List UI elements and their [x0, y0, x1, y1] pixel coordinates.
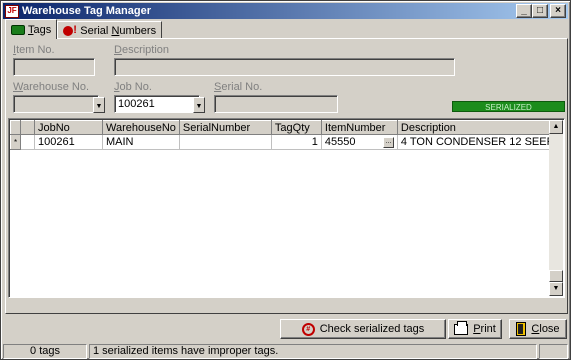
window-title: Warehouse Tag Manager — [22, 5, 151, 17]
table-cell-warehouseno[interactable]: MAIN — [102, 134, 180, 150]
blank-header — [20, 120, 35, 135]
job-no-label: Job No. — [114, 81, 152, 93]
check-tags-icon: # — [301, 322, 315, 336]
status-extra-pane — [539, 344, 568, 359]
close-window-button[interactable]: × — [550, 4, 566, 18]
serial-no-field[interactable] — [214, 95, 338, 113]
tab-tags[interactable]: Tags — [5, 19, 58, 39]
serialized-indicator: SERIALIZED — [452, 101, 565, 112]
tab-serial-numbers-label: Serial Numbers — [80, 24, 157, 37]
warehouse-dropdown-button[interactable]: ▼ — [93, 97, 105, 113]
close-label: Close — [531, 323, 560, 335]
tags-grid[interactable]: JobNo WarehouseNo SerialNumber TagQty It… — [8, 118, 565, 298]
vertical-scrollbar[interactable]: ▲ ▼ — [549, 120, 563, 296]
minimize-button[interactable]: _ — [516, 4, 532, 18]
job-no-dropdown-button[interactable]: ▼ — [193, 97, 205, 113]
table-cell-blank[interactable] — [20, 134, 35, 150]
job-no-field[interactable]: 100261 — [114, 95, 200, 113]
tab-strip: Tags ! Serial Numbers — [5, 19, 163, 39]
tags-panel: Item No. Description Warehouse No. ▼ Job… — [5, 38, 568, 314]
tags-table: JobNo WarehouseNo SerialNumber TagQty It… — [10, 120, 560, 150]
column-header-serialnumber[interactable]: SerialNumber — [178, 120, 272, 135]
table-cell-itemnumber[interactable]: 45550... — [321, 134, 398, 150]
warehouse-no-field[interactable] — [13, 95, 99, 113]
tab-tags-label: Tags — [28, 23, 52, 36]
printer-icon — [454, 320, 469, 335]
row-marker[interactable]: * — [10, 134, 21, 150]
row-selector-header — [10, 120, 21, 135]
table-cell-tagqty[interactable]: 1 — [271, 134, 322, 150]
item-number-value: 45550 — [324, 136, 356, 148]
app-icon[interactable]: JF — [5, 4, 19, 18]
close-button[interactable]: Close — [509, 319, 567, 339]
window-controls: _ □ × — [516, 4, 566, 18]
column-header-tagqty[interactable]: TagQty — [270, 120, 322, 135]
column-header-warehouseno[interactable]: WarehouseNo — [102, 120, 180, 135]
check-serialized-tags-label: Check serialized tags — [319, 323, 425, 335]
table-row[interactable]: * 100261 MAIN 1 45550... 4 TON CONDENSER… — [10, 134, 560, 150]
tab-serial-numbers[interactable]: ! Serial Numbers — [57, 21, 163, 39]
print-label: Print — [473, 323, 496, 335]
main-window: JF Warehouse Tag Manager _ □ × Tags ! Se… — [0, 0, 571, 360]
column-header-jobno[interactable]: JobNo — [34, 120, 103, 135]
item-lookup-button[interactable]: ... — [382, 137, 394, 148]
maximize-button[interactable]: □ — [532, 4, 548, 18]
serial-warning-icon: ! — [63, 24, 77, 37]
close-door-icon — [516, 322, 527, 336]
status-tags-count: 0 tags — [3, 344, 87, 359]
item-no-field[interactable] — [13, 58, 95, 76]
check-serialized-tags-button[interactable]: # Check serialized tags — [280, 319, 446, 339]
scroll-thumb[interactable] — [549, 270, 563, 282]
title-bar[interactable]: JF Warehouse Tag Manager _ □ × — [3, 3, 568, 19]
serial-no-label: Serial No. — [214, 81, 263, 93]
item-no-label: Item No. — [13, 44, 55, 56]
column-header-itemnumber[interactable]: ItemNumber — [320, 120, 398, 135]
scroll-up-button[interactable]: ▲ — [549, 120, 563, 134]
status-bar: 0 tags 1 serialized items have improper … — [3, 344, 568, 359]
description-field[interactable] — [114, 58, 455, 76]
table-cell-serialnumber[interactable] — [179, 134, 272, 150]
scroll-down-button[interactable]: ▼ — [549, 282, 563, 296]
table-cell-description[interactable]: 4 TON CONDENSER 12 SEER — [397, 134, 560, 150]
description-label: Description — [114, 44, 170, 56]
table-cell-jobno[interactable]: 100261 — [34, 134, 103, 150]
status-message: 1 serialized items have improper tags. — [89, 344, 537, 359]
tag-icon — [11, 24, 25, 35]
warehouse-no-label: Warehouse No. — [13, 81, 90, 93]
column-header-description[interactable]: Description — [396, 120, 560, 135]
print-button[interactable]: Print — [448, 319, 502, 339]
table-header-row: JobNo WarehouseNo SerialNumber TagQty It… — [10, 120, 560, 135]
